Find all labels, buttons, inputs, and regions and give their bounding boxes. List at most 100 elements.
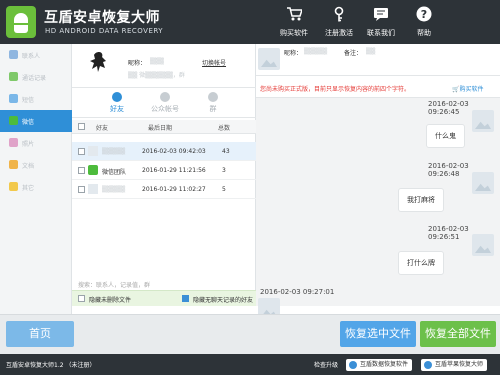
contact-count: 3 (222, 167, 226, 174)
contact-type-tabs: 好友 公众帐号 群 (72, 88, 256, 118)
sidebar-item-label: 照片 (22, 141, 35, 148)
buy-software-button[interactable]: 购买软件 (270, 4, 318, 42)
tab-groups-label: 群 (209, 105, 217, 113)
sidebar-item-label: 文档 (22, 163, 35, 170)
status-bar: 互盾安卓恢复大师1.2 （未注册） 检查升级 互盾数据恢复软件 互盾苹果恢复大师 (0, 354, 500, 375)
sidebar-item-wechat[interactable]: 微信 (0, 110, 72, 132)
friends-table-header: 好友 最后日期 总数 (72, 120, 256, 134)
select-all-checkbox[interactable] (78, 123, 85, 130)
notice-buy-link[interactable]: 🛒购买软件 (452, 84, 484, 93)
app-header: 互盾安卓恢复大师 HD ANDROID DATA RECOVERY 购买软件 注… (0, 0, 500, 44)
hide-no-chat-checkbox[interactable] (182, 295, 189, 302)
table-row[interactable]: ▒▒▒▒▒ 2016-02-03 09:42:03 43 (72, 142, 256, 161)
data-recovery-icon (349, 361, 357, 369)
account-id-value: ▒▒ 微▒▒▒▒▒▒，群 (128, 72, 185, 79)
sender-avatar (472, 234, 494, 256)
sender-avatar (472, 172, 494, 194)
contact-name: ▒▒▒▒▒ (102, 186, 126, 193)
key-icon (334, 6, 344, 22)
switch-account-link[interactable]: 切换帐号 (202, 58, 226, 67)
sidebar-item-other[interactable]: 其它 (0, 176, 72, 198)
message-bubble: 打什么牌 (398, 251, 444, 275)
sender-avatar (472, 110, 494, 132)
iphone-recovery-button[interactable]: 互盾苹果恢复大师 (421, 359, 488, 371)
chat-note-label: 备注： (344, 50, 363, 57)
document-icon (9, 160, 18, 169)
contact-name: ▒▒▒▒▒ (102, 148, 126, 155)
user-icon (112, 92, 122, 102)
chat-icon (374, 8, 388, 21)
sidebar-item-contacts[interactable]: 联系人 (0, 44, 72, 66)
tab-official-accounts[interactable]: 公众帐号 (142, 92, 188, 116)
notice-buy-label: 购买软件 (459, 86, 484, 93)
chat-nickname-label: 昵称： (284, 50, 303, 57)
message-timestamp: 2016-02-03 09:27:01 (260, 288, 335, 296)
register-activate-label: 注册激活 (325, 29, 353, 37)
register-activate-button[interactable]: 注册激活 (315, 4, 363, 42)
wechat-icon (9, 116, 18, 125)
row-checkbox[interactable] (78, 186, 85, 193)
sidebar-item-call-log[interactable]: 通话记录 (0, 66, 72, 88)
data-recovery-software-button[interactable]: 互盾数据恢复软件 (346, 359, 413, 371)
contact-count: 5 (222, 186, 226, 193)
contact-count: 43 (222, 148, 230, 155)
contact-last-date: 2016-01-29 11:02:27 (142, 186, 206, 193)
official-account-icon (160, 92, 170, 102)
sidebar-item-label: 微信 (22, 119, 35, 126)
app-logo-icon (6, 6, 36, 38)
other-icon (9, 182, 18, 191)
account-profile-bar: 昵称： ▒▒▒ ▒▒ 微▒▒▒▒▒▒，群 切换帐号 (72, 44, 256, 88)
sidebar-item-sms[interactable]: 短信 (0, 88, 72, 110)
wechat-team-icon (88, 165, 98, 175)
contact-name: 微信团队 (102, 169, 127, 176)
chat-nickname-value: ▒▒▒▒▒ (304, 48, 328, 55)
contact-us-label: 联系我们 (367, 29, 395, 37)
group-icon (208, 92, 218, 102)
phone-icon (9, 72, 18, 81)
sidebar-item-label: 其它 (22, 185, 35, 192)
check-update-link[interactable]: 检查升级 (314, 360, 338, 369)
table-row[interactable]: 微信团队 2016-01-29 11:21:56 3 (72, 161, 256, 180)
help-button[interactable]: ? 帮助 (400, 4, 448, 42)
recover-all-button[interactable]: 恢复全部文件 (420, 321, 496, 347)
chat-note-value: ▒▒ (366, 48, 376, 55)
table-row[interactable]: ▒▒▒▒▒ 2016-01-29 11:02:27 5 (72, 180, 256, 199)
hide-undeleted-checkbox[interactable] (78, 295, 85, 302)
sidebar-item-documents[interactable]: 文档 (0, 154, 72, 176)
row-checkbox[interactable] (78, 148, 85, 155)
sidebar-item-label: 通话记录 (22, 75, 47, 82)
tab-friends-label: 好友 (110, 105, 124, 113)
contact-avatar (88, 146, 98, 156)
contact-us-button[interactable]: 联系我们 (357, 4, 405, 42)
svg-text:?: ? (421, 8, 427, 21)
tab-friends[interactable]: 好友 (94, 92, 140, 116)
nickname-label: 昵称： (128, 60, 147, 67)
account-avatar (90, 52, 106, 72)
hide-no-chat-label: 隐藏无聊天记录的好友 (193, 297, 254, 304)
home-button[interactable]: 首页 (6, 321, 74, 347)
app-subtitle: HD ANDROID DATA RECOVERY (45, 27, 164, 35)
trial-notice-text: 您尚未购买正式版，目前只显示恢复内容的前四个字符。 (260, 86, 411, 93)
contact-last-date: 2016-02-03 09:42:03 (142, 148, 206, 155)
chat-panel: 昵称： ▒▒▒▒▒ 备注： ▒▒ 您尚未购买正式版，目前只显示恢复内容的前四个字… (256, 44, 500, 320)
cart-icon (287, 7, 302, 21)
row-checkbox[interactable] (78, 167, 85, 174)
recover-selected-button[interactable]: 恢复选中文件 (340, 321, 416, 347)
contact-last-date: 2016-01-29 11:21:56 (142, 167, 206, 174)
hide-undeleted-label: 隐藏未删除文件 (89, 297, 132, 304)
tab-groups[interactable]: 群 (190, 92, 236, 116)
sms-icon (9, 94, 18, 103)
app-version-text: 互盾安卓恢复大师1.2 （未注册） (6, 362, 96, 369)
category-sidebar: 联系人 通话记录 短信 微信 照片 文档 其它 (0, 44, 72, 314)
contact-avatar (88, 184, 98, 194)
iphone-recovery-icon (424, 361, 432, 369)
contacts-icon (9, 50, 18, 59)
product-label: 互盾苹果恢复大师 (435, 361, 484, 368)
photo-icon (9, 138, 18, 147)
app-title: 互盾安卓恢复大师 (44, 10, 160, 26)
sidebar-item-photos[interactable]: 照片 (0, 132, 72, 154)
help-icon: ? (416, 6, 432, 22)
filter-bar: 隐藏未删除文件 隐藏无聊天记录的好友 (72, 290, 256, 306)
chat-contact-avatar (258, 48, 280, 70)
action-bar: 首页 恢复选中文件 恢复全部文件 (0, 314, 500, 354)
